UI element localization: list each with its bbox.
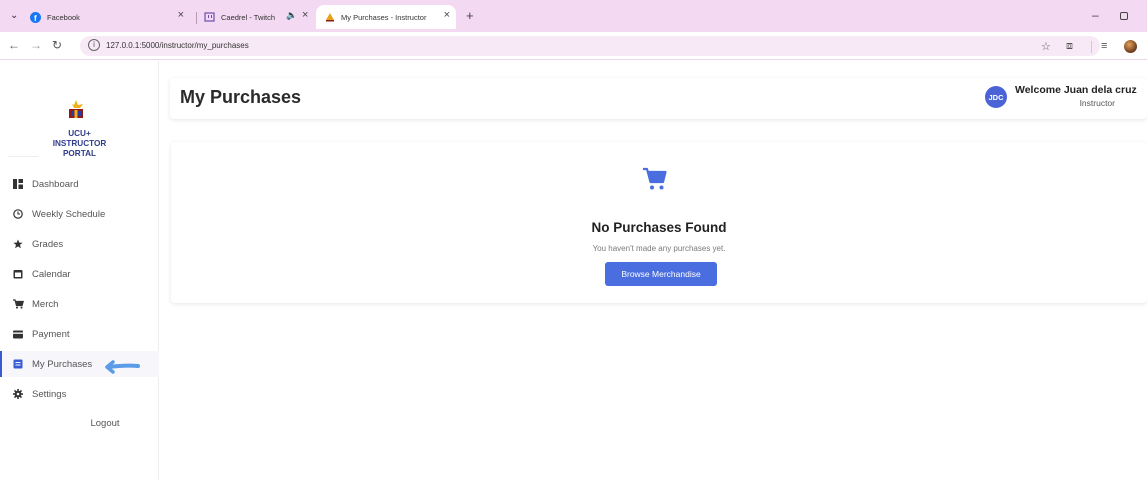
cart-icon	[12, 298, 24, 310]
avatar[interactable]: JDC	[985, 86, 1007, 108]
page-header: My Purchases JDC Welcome Juan dela cruz …	[170, 78, 1147, 119]
new-tab-plus-icon[interactable]: +	[466, 8, 474, 23]
twitch-icon	[204, 11, 215, 23]
welcome-text: Welcome Juan dela cruz	[1015, 84, 1137, 96]
close-tab-icon[interactable]: ×	[178, 9, 184, 21]
toolbar-divider	[1091, 41, 1092, 53]
reading-list-icon[interactable]: ≡	[1101, 40, 1107, 52]
close-tab-icon[interactable]: ×	[444, 9, 450, 21]
tab-facebook[interactable]: f Facebook ×	[30, 5, 190, 29]
sidebar-item-label: Weekly Schedule	[32, 208, 106, 220]
sidebar-item-label: My Purchases	[32, 358, 93, 370]
sidebar-item-label: Grades	[32, 238, 64, 250]
tab-label: My Purchases - Instructor	[341, 12, 427, 22]
sidebar-divider	[8, 156, 38, 157]
bookmark-star-icon[interactable]: ☆	[1041, 40, 1051, 53]
page-title: My Purchases	[180, 87, 302, 107]
site-logo-icon	[324, 12, 335, 23]
user-role: Instructor	[1079, 98, 1115, 108]
receipt-icon	[12, 358, 24, 370]
tab-my-purchases[interactable]: My Purchases - Instructor ×	[316, 5, 456, 29]
logout-link[interactable]: Logout	[0, 418, 210, 429]
sidebar-item-label: Merch	[32, 298, 59, 310]
sidebar-item-grades[interactable]: Grades	[0, 231, 159, 257]
browse-merchandise-button[interactable]: Browse Merchandise	[605, 262, 717, 286]
minimize-window-icon[interactable]: –	[1092, 8, 1099, 22]
browser-address-bar: ← → ↻ i 127.0.0.1:5000/instructor/my_pur…	[0, 32, 1147, 60]
gear-icon	[12, 388, 24, 400]
restore-window-icon[interactable]	[1120, 12, 1128, 20]
tab-search-chevron-icon[interactable]: ⌄	[10, 10, 22, 22]
tab-divider	[196, 12, 197, 24]
tab-audio-icon[interactable]: 🔈	[286, 10, 297, 21]
tab-twitch[interactable]: Caedrel - Twitch	[204, 5, 314, 29]
shopping-cart-icon	[642, 166, 668, 192]
extensions-puzzle-icon[interactable]: ⧈	[1066, 40, 1073, 53]
url-text[interactable]: 127.0.0.1:5000/instructor/my_purchases	[106, 41, 249, 50]
sidebar-item-weekly-schedule[interactable]: Weekly Schedule	[0, 201, 159, 227]
portal-title: UCU+ INSTRUCTOR PORTAL	[52, 129, 107, 158]
empty-state-title: No Purchases Found	[591, 220, 727, 235]
tab-label: Facebook	[47, 12, 80, 22]
dashboard-grid-icon	[12, 178, 24, 190]
close-tab-icon[interactable]: ×	[302, 9, 308, 21]
empty-purchases-card: No Purchases Found You haven't made any …	[171, 142, 1147, 303]
star-icon	[12, 238, 24, 250]
svg-text:f: f	[34, 14, 37, 23]
credit-card-icon	[12, 328, 24, 340]
empty-state-subtitle: You haven't made any purchases yet.	[592, 244, 726, 253]
clock-icon	[12, 208, 24, 220]
sidebar-item-merch[interactable]: Merch	[0, 291, 159, 317]
sidebar-item-calendar[interactable]: Calendar	[0, 261, 159, 287]
facebook-icon: f	[30, 11, 41, 23]
tab-label: Caedrel - Twitch	[221, 12, 276, 22]
sidebar-item-label: Dashboard	[32, 178, 79, 190]
sidebar: UCU+ INSTRUCTOR PORTAL Dashboard Weekly …	[0, 61, 159, 480]
sidebar-item-payment[interactable]: Payment	[0, 321, 159, 347]
sidebar-item-label: Settings	[32, 388, 67, 400]
sidebar-item-settings[interactable]: Settings	[0, 381, 159, 407]
forward-arrow-icon[interactable]: →	[30, 38, 42, 52]
annotation-arrow-icon	[104, 360, 140, 374]
profile-avatar-icon[interactable]	[1124, 40, 1137, 53]
url-bar[interactable]: i 127.0.0.1:5000/instructor/my_purchases	[80, 36, 1100, 56]
browser-tab-bar: ⌄ f Facebook × Caedrel - Twitch 🔈 × My P…	[0, 0, 1147, 32]
sidebar-item-label: Calendar	[32, 268, 71, 280]
back-arrow-icon[interactable]: ←	[8, 38, 20, 52]
calendar-icon	[12, 268, 24, 280]
ucu-logo-icon	[67, 100, 85, 120]
reload-icon[interactable]: ↻	[52, 38, 62, 52]
sidebar-item-dashboard[interactable]: Dashboard	[0, 171, 159, 197]
sidebar-item-label: Payment	[32, 328, 70, 340]
site-info-icon[interactable]: i	[88, 39, 100, 51]
